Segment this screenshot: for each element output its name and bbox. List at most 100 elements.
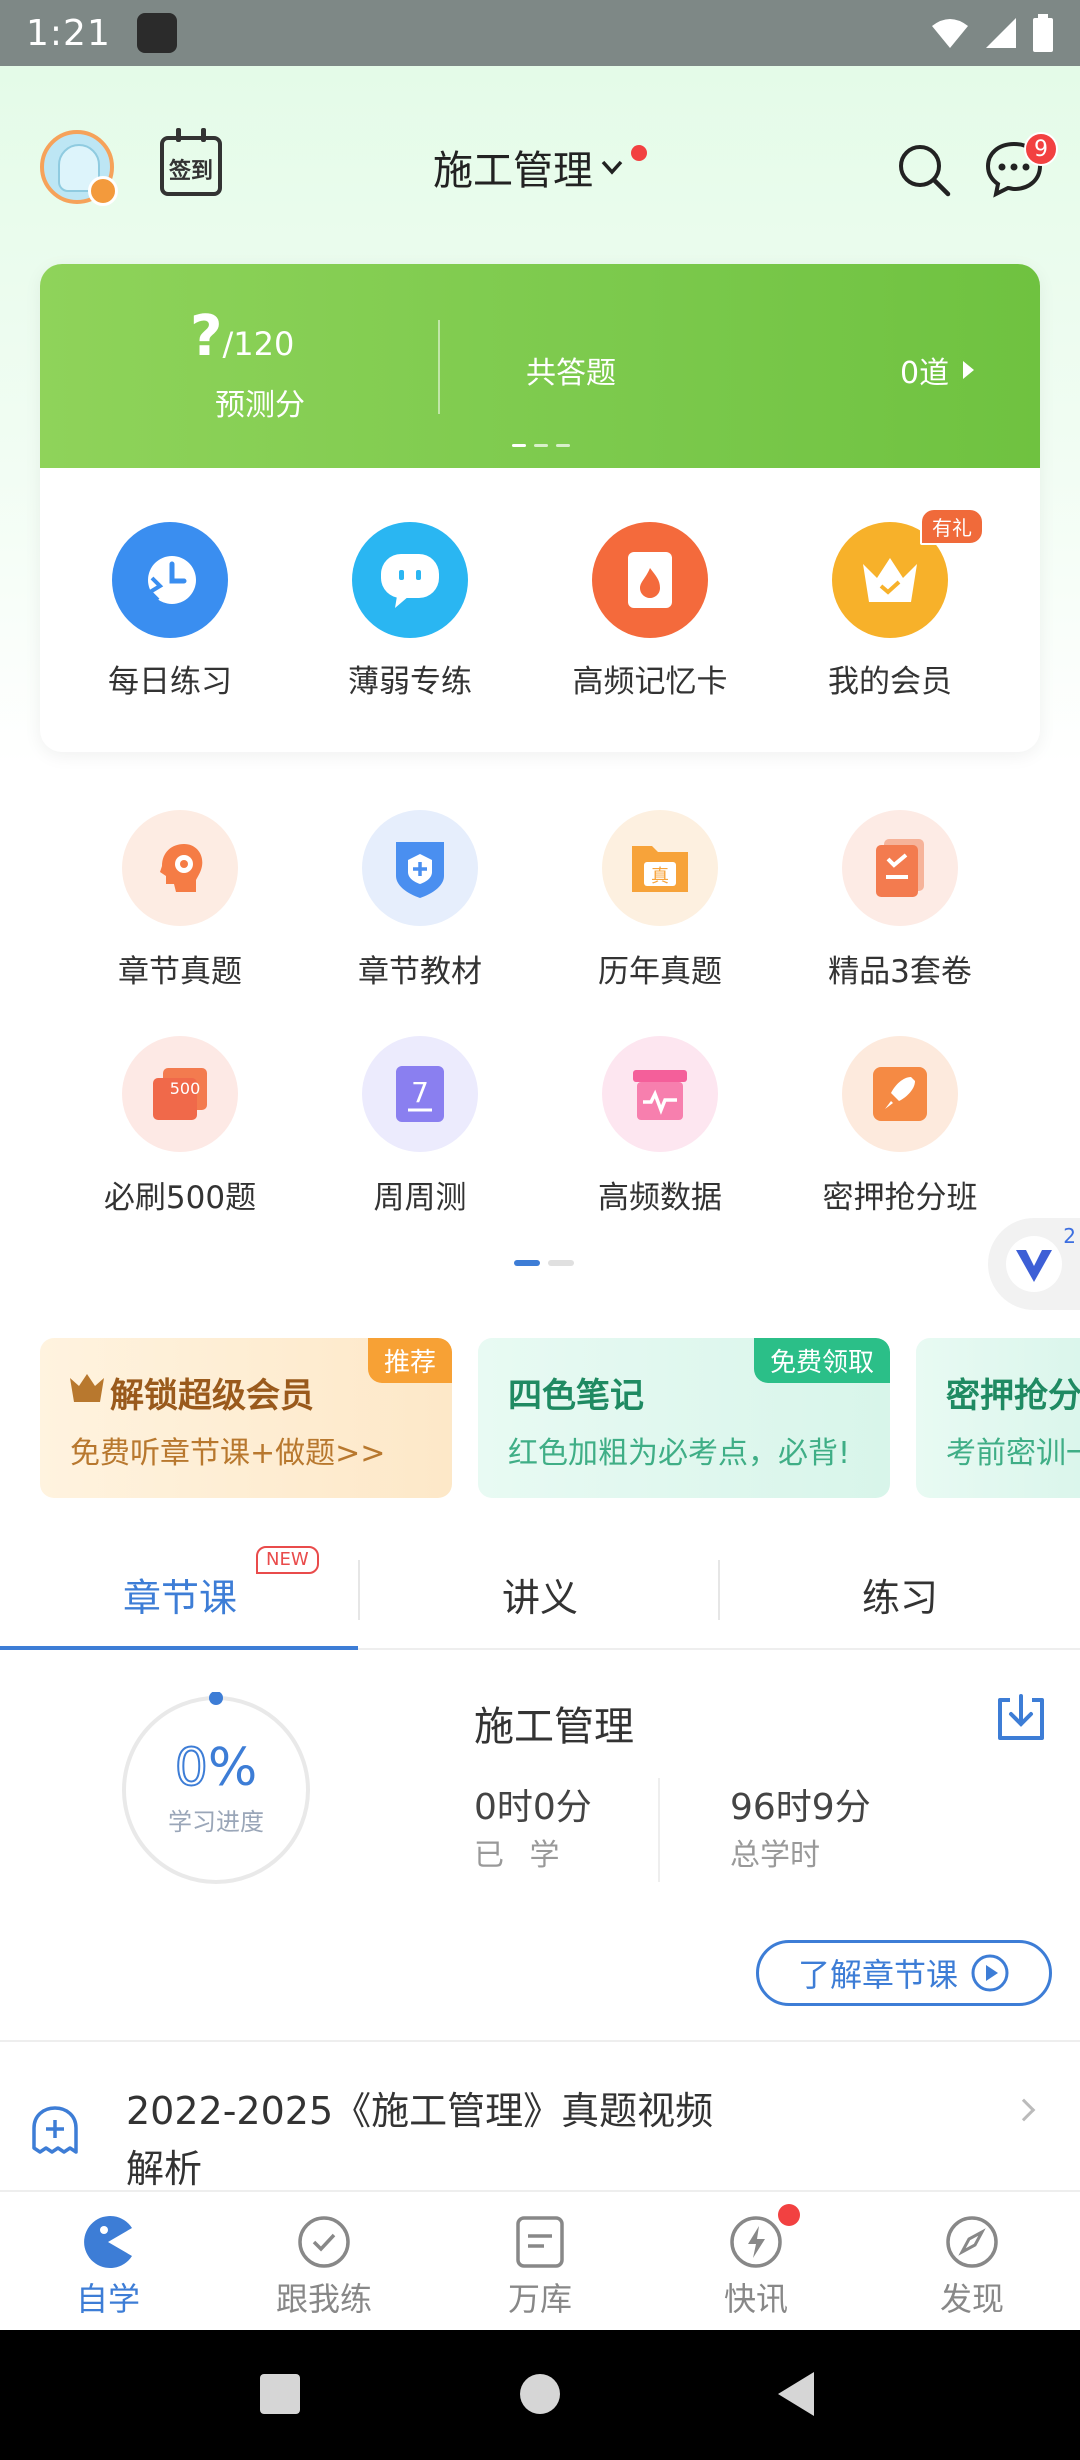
folder-icon: 真 [602,810,718,926]
system-nav-bar [0,2330,1080,2460]
course-tabs: 章节课 NEW 讲义 练习 [0,1538,1080,1650]
nav-label: 自学 [75,2280,140,2318]
clock-icon [112,522,228,638]
answered-value: 0道 [900,356,950,391]
nav-label: 跟我练 [275,2280,372,2318]
feature-memory-card[interactable]: 高频记忆卡 [530,522,770,701]
bolt-icon [730,2216,782,2268]
check-circle-icon [298,2216,350,2268]
nav-question-bank[interactable]: 万库 [432,2192,648,2332]
progress-label: 学习进度 [168,1808,264,1836]
predicted-score-label: 预测分 [215,388,305,423]
calendar-7-icon: 7 [362,1036,478,1152]
banner-title: 密押抢分 [946,1376,1080,1416]
grid-item-secret-class[interactable]: 密押抢分班 [780,1036,1020,1217]
grid-label: 密押抢分班 [822,1180,978,1216]
home-button[interactable] [518,2372,562,2416]
recents-button[interactable] [258,2372,302,2416]
back-button[interactable] [774,2370,818,2418]
banner-tag: 推荐 [367,1338,452,1383]
status-time: 1:21 [26,12,111,54]
v-logo-icon [1006,1236,1062,1292]
grid-item-weekly-test[interactable]: 7 周周测 [300,1036,540,1217]
nav-news[interactable]: 快讯 [648,2192,864,2332]
score-value: ? [190,304,223,369]
play-circle-icon [971,1954,1009,1992]
rocket-icon [842,1036,958,1152]
feature-label: 我的会员 [828,664,952,700]
shield-book-icon [362,810,478,926]
banner-four-color-notes[interactable]: 免费领取 四色笔记 红色加粗为必考点，必背! [478,1338,890,1498]
video-analysis-item[interactable]: 2022-2025《施工管理》真题视频解析 [0,2042,1080,2191]
nav-label: 发现 [939,2280,1004,2318]
studied-label: 已 学 [474,1838,568,1873]
news-red-dot [778,2204,800,2226]
brain-gear-icon [122,810,238,926]
pacman-icon [84,2216,132,2268]
banner-title: 解锁超级会员 [110,1376,314,1416]
chevron-down-icon [601,160,623,175]
feature-daily-practice[interactable]: 每日练习 [50,522,290,701]
grid-item-chapter-exam[interactable]: 章节真题 [60,810,300,991]
banner-title: 四色笔记 [508,1376,644,1416]
compass-icon [946,2216,998,2268]
grid-label: 必刷500题 [103,1180,257,1216]
arrow-right-icon [963,361,975,379]
total-label: 总学时 [730,1838,820,1873]
course-separator [658,1778,660,1882]
score-max: /120 [222,325,295,363]
progress-value: 0 [174,1737,209,1799]
grid-item-high-freq-data[interactable]: 高频数据 [540,1036,780,1217]
nav-practice-with-me[interactable]: 跟我练 [216,2192,432,2332]
grid-item-chapter-textbook[interactable]: 章节教材 [300,810,540,991]
document-icon [516,2216,564,2268]
predicted-score: ?/120 [190,304,294,369]
tab-handout[interactable]: 讲义 [360,1538,720,1650]
course-title: 施工管理 [474,1704,634,1750]
banner-subtitle: 考前密训一 [946,1436,1080,1471]
grid-item-three-papers[interactable]: 精品3套卷 [780,810,1020,991]
grid-page-indicator [514,1260,574,1266]
subject-selector[interactable]: 施工管理 [433,138,647,196]
status-bar: 1:21 [0,0,1080,66]
battery-icon [1033,14,1053,52]
folder-glyph: 真 [651,866,669,887]
banner-secret-class[interactable]: 密押抢分 考前密训一 [916,1338,1080,1498]
tab-label: 练习 [861,1575,938,1620]
learn-button-label: 了解章节课 [797,1956,958,1994]
crown-icon [70,1374,104,1402]
nav-self-study[interactable]: 自学 [0,2192,216,2332]
chat-bubble-icon [352,522,468,638]
feature-weak-practice[interactable]: 薄弱专练 [290,522,530,701]
answered-count[interactable]: 0道 [900,348,975,392]
score-page-indicator [512,444,570,447]
grid-item-past-exams[interactable]: 真 历年真题 [540,810,780,991]
pulse-box-icon [602,1036,718,1152]
tab-practice[interactable]: 练习 [720,1538,1080,1650]
score-banner[interactable]: ?/120 预测分 共答题 0道 [40,264,1040,468]
banner-super-vip[interactable]: 推荐 解锁超级会员 免费听章节课+做题>> [40,1338,452,1498]
feature-label: 薄弱专练 [348,664,472,700]
nav-label: 万库 [507,2280,572,2318]
card-500-glyph: 500 [170,1079,201,1098]
grid-label: 周周测 [373,1180,467,1216]
message-count-badge: 9 [1024,132,1058,166]
vip-float-button[interactable]: 2 [988,1218,1080,1310]
grid-item-must-do-500[interactable]: 500 必刷500题 [60,1036,300,1217]
score-divider [438,320,440,414]
grid-label: 章节教材 [358,954,482,990]
learn-chapter-button[interactable]: 了解章节课 [756,1940,1052,2006]
total-time: 96时9分 [730,1787,871,1828]
grid-label: 高频数据 [598,1180,722,1216]
score-card: ?/120 预测分 共答题 0道 每日练习 薄弱专练 高频记忆卡 我的会员 有礼 [40,264,1040,752]
gift-badge: 有礼 [920,508,984,545]
subject-red-dot [631,145,647,161]
search-icon[interactable] [896,142,952,198]
feature-label: 高频记忆卡 [572,664,728,700]
nav-discover[interactable]: 发现 [864,2192,1080,2332]
feature-my-membership[interactable]: 我的会员 有礼 [770,508,1010,701]
grid-label: 精品3套卷 [828,954,972,990]
download-icon[interactable] [994,1690,1048,1744]
active-tab-underline [0,1646,358,1650]
notification-icon [136,13,177,53]
